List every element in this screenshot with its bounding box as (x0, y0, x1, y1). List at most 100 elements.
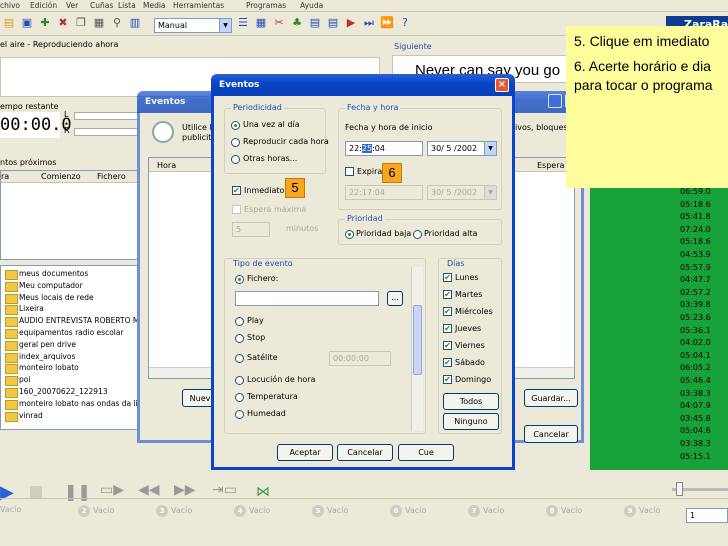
radio-humedad[interactable] (235, 410, 244, 419)
menu-lista[interactable]: Lista (118, 1, 136, 10)
list-item[interactable]: Meu computador (1, 280, 139, 292)
start-time-input[interactable]: 22:25:04 (345, 141, 423, 156)
tree-icon[interactable]: ♣ (290, 16, 304, 30)
list-icon[interactable]: ☰ (236, 16, 250, 30)
fichero-input[interactable] (235, 291, 379, 306)
stop-icon[interactable] (30, 486, 42, 498)
menu-programas[interactable]: Programas (246, 1, 286, 10)
cancel-button[interactable]: Cancelar (337, 444, 393, 461)
col-fichero[interactable]: Fichero (97, 172, 126, 181)
cart-slot[interactable]: 4 Vacío (234, 505, 270, 517)
cart-slot[interactable]: 2 Vacío (78, 505, 114, 517)
radio-once-daily[interactable] (231, 121, 240, 130)
menu-media[interactable]: Media (143, 1, 166, 10)
grid-icon[interactable]: ▥ (128, 16, 142, 30)
radio-every-hour[interactable] (231, 138, 240, 147)
add-icon[interactable]: ✚ (38, 16, 52, 30)
play-list-icon[interactable]: ▶ (344, 16, 358, 30)
upcoming-list[interactable]: ra Comienzo Fichero (0, 170, 140, 260)
day-checkbox-jueves[interactable]: ✔ (443, 324, 452, 333)
menu-ver[interactable]: Ver (66, 1, 78, 10)
menu-cunas[interactable]: Cuñas (90, 1, 113, 10)
menu-edicion[interactable]: Edición (30, 1, 57, 10)
menu-herramientas[interactable]: Herramientas (173, 1, 224, 10)
fast-forward-icon[interactable]: ▶▶ (174, 482, 196, 498)
day-checkbox-miercoles[interactable]: ✔ (443, 307, 452, 316)
list-item[interactable]: monteiro lobato nas ondas da lit (1, 398, 141, 410)
vertical-scrollbar[interactable] (411, 267, 423, 431)
cart-slot[interactable]: 5 Vacío (312, 505, 348, 517)
delete-icon[interactable]: ✖ (56, 16, 70, 30)
accept-button[interactable]: Aceptar (277, 444, 333, 461)
next-icon[interactable]: ⏭ (362, 16, 376, 30)
expire-date-select[interactable]: 30/ 5 /2002 ▼ (427, 185, 497, 200)
menu-archivo[interactable]: chivo (0, 1, 20, 10)
wait-checkbox[interactable] (232, 205, 241, 214)
immediate-checkbox[interactable]: ✔ (232, 186, 241, 195)
copy-icon[interactable]: ❐ (74, 16, 88, 30)
file-tree[interactable]: meus documentos Meu computador Meus loca… (0, 265, 141, 430)
radio-locucion[interactable] (235, 376, 244, 385)
skip-icon[interactable]: ▭▶ (100, 482, 124, 498)
expire-checkbox[interactable] (345, 167, 354, 176)
col-comienzo[interactable]: Comienzo (41, 172, 81, 181)
expire-time-input[interactable]: 22:17:04 (345, 185, 423, 200)
counter-field[interactable]: 1 (686, 508, 728, 523)
help-icon[interactable]: ? (398, 16, 412, 30)
cart-slot[interactable]: 9 Vacío (624, 505, 660, 517)
day-checkbox-martes[interactable]: ✔ (443, 290, 452, 299)
radio-satelite[interactable] (235, 354, 244, 363)
day-checkbox-viernes[interactable]: ✔ (443, 341, 452, 350)
radio-stop[interactable] (235, 334, 244, 343)
list-item[interactable]: 160_20070622_122913 (1, 386, 139, 398)
cart-slot[interactable]: 6 Vacío (390, 505, 426, 517)
close-icon[interactable]: × (495, 78, 509, 92)
bg-save-button[interactable]: Guardar... (524, 389, 578, 407)
scroll-thumb[interactable] (413, 305, 422, 375)
radio-fichero[interactable] (235, 275, 244, 284)
folder-icon[interactable]: ▤ (2, 16, 16, 30)
grid2-icon[interactable]: ▦ (254, 16, 268, 30)
list-item[interactable]: geral pen drive (1, 339, 139, 351)
cart-slot[interactable]: Vacío (0, 505, 21, 514)
list-item[interactable]: Meus locais de rede (1, 292, 139, 304)
cart-slot[interactable]: 3 Vacío (156, 505, 192, 517)
no-days-button[interactable]: Ninguno (443, 413, 499, 430)
cart-slot[interactable]: 7 Vacío (468, 505, 504, 517)
paste-icon[interactable]: ▦ (92, 16, 106, 30)
chart-icon[interactable]: ▤ (326, 16, 340, 30)
bg-col-hora[interactable]: Hora (157, 161, 176, 170)
play-icon[interactable]: ▶ (0, 482, 14, 503)
start-date-select[interactable]: 30/ 5 /2002 ▼ (427, 141, 497, 156)
radio-play[interactable] (235, 317, 244, 326)
minutes-input[interactable]: 5 (232, 222, 270, 237)
cart-slot[interactable]: 8 Vacío (546, 505, 582, 517)
rewind-icon[interactable]: ◀◀ (138, 482, 160, 498)
list-item[interactable]: monteiro lobato (1, 362, 139, 375)
radio-other-hours[interactable] (231, 155, 240, 164)
mode-select[interactable]: Manual ▼ (154, 18, 232, 33)
list-item[interactable]: vinrad (1, 410, 139, 422)
all-days-button[interactable]: Todos (443, 393, 499, 410)
clipboard-icon[interactable]: ▤ (308, 16, 322, 30)
col-hora[interactable]: ra (1, 172, 9, 181)
loop-icon[interactable]: ⇥▭ (212, 482, 237, 498)
list-item[interactable]: meus documentos (1, 268, 139, 280)
satelite-time-input[interactable]: 00:00:00 (329, 351, 391, 366)
volume-thumb[interactable] (676, 482, 683, 496)
list-item[interactable]: poi (1, 374, 139, 386)
menu-ayuda[interactable]: Ayuda (300, 1, 323, 10)
list-item[interactable]: AUDIO ENTREVISTA ROBERTO M (1, 315, 139, 327)
minimize-icon[interactable] (548, 94, 562, 108)
radio-temperatura[interactable] (235, 393, 244, 402)
list-item[interactable]: Lixeira (1, 303, 139, 316)
bg-cancel-button[interactable]: Cancelar (524, 425, 578, 443)
radio-priority-high[interactable] (413, 230, 422, 239)
day-checkbox-sabado[interactable]: ✔ (443, 358, 452, 367)
search-icon[interactable]: ⚲ (110, 16, 124, 30)
day-checkbox-domingo[interactable]: ✔ (443, 375, 452, 384)
scissors-icon[interactable]: ✂ (272, 16, 286, 30)
browse-button[interactable]: ... (387, 291, 403, 306)
forward-icon[interactable]: ⏩ (380, 16, 394, 30)
save-icon[interactable]: ▣ (20, 16, 34, 30)
